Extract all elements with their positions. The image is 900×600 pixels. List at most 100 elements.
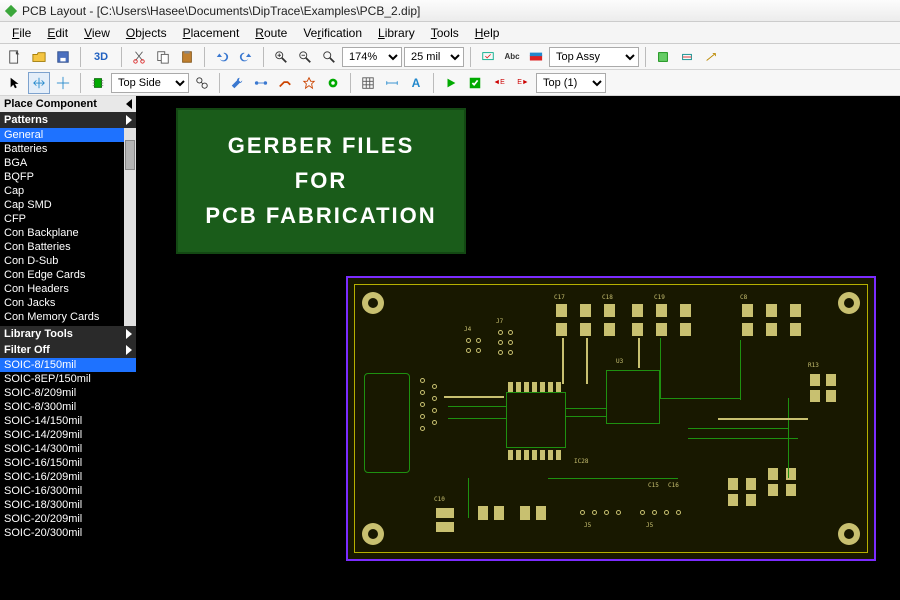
- tool-a-icon[interactable]: [652, 46, 674, 68]
- list-item[interactable]: SOIC-16/300mil: [0, 484, 136, 498]
- list-item[interactable]: Con Headers: [0, 282, 124, 296]
- zoom-in-icon[interactable]: [270, 46, 292, 68]
- ratsnest-icon[interactable]: [250, 72, 272, 94]
- filter-label: Filter Off: [4, 344, 50, 356]
- grid-icon[interactable]: [357, 72, 379, 94]
- run-icon[interactable]: [440, 72, 462, 94]
- paste-icon[interactable]: [176, 46, 198, 68]
- zoom-select[interactable]: 174%: [342, 47, 402, 67]
- err-prev-icon[interactable]: ◄E: [488, 72, 510, 94]
- filter-header[interactable]: Filter Off: [0, 342, 136, 358]
- scroll-thumb[interactable]: [125, 140, 135, 170]
- 3d-button[interactable]: 3D: [87, 46, 115, 68]
- open-icon[interactable]: [28, 46, 50, 68]
- list-item[interactable]: Cap: [0, 184, 124, 198]
- pan-icon[interactable]: [28, 72, 50, 94]
- save-icon[interactable]: [52, 46, 74, 68]
- overlay-banner: GERBER FILES FOR PCB FABRICATION: [176, 108, 466, 254]
- place-component-header[interactable]: Place Component: [0, 96, 136, 112]
- footprint-list[interactable]: SOIC-8/150milSOIC-8EP/150milSOIC-8/209mi…: [0, 358, 136, 600]
- library-tools-header[interactable]: Library Tools: [0, 326, 136, 342]
- abc-icon[interactable]: Abc: [501, 46, 523, 68]
- list-item[interactable]: SOIC-20/300mil: [0, 526, 136, 540]
- list-item[interactable]: SOIC-18/300mil: [0, 498, 136, 512]
- tool-b-icon[interactable]: [676, 46, 698, 68]
- list-item[interactable]: Con Memory Cards: [0, 310, 124, 324]
- dimension-icon[interactable]: [381, 72, 403, 94]
- list-item[interactable]: Batteries: [0, 142, 124, 156]
- list-item[interactable]: Cap SMD: [0, 198, 124, 212]
- cut-icon[interactable]: [128, 46, 150, 68]
- patterns-header[interactable]: Patterns: [0, 112, 136, 128]
- menubar: File Edit View Objects Placement Route V…: [0, 22, 900, 44]
- err-next-icon[interactable]: E►: [512, 72, 534, 94]
- route-manual-icon[interactable]: [274, 72, 296, 94]
- list-item[interactable]: SOIC-14/209mil: [0, 428, 136, 442]
- snap-select[interactable]: 25 mil: [404, 47, 464, 67]
- menu-placement[interactable]: Placement: [175, 26, 248, 40]
- pointer-icon[interactable]: [4, 72, 26, 94]
- expand-icon: [126, 345, 132, 355]
- design-canvas[interactable]: GERBER FILES FOR PCB FABRICATION J7: [136, 96, 900, 600]
- check-icon[interactable]: [464, 72, 486, 94]
- tool-c-icon[interactable]: [700, 46, 722, 68]
- expand-icon: [126, 329, 132, 339]
- app-icon: [4, 4, 18, 18]
- list-item[interactable]: SOIC-8EP/150mil: [0, 372, 136, 386]
- collapse-icon: [126, 99, 132, 109]
- zoom-out-icon[interactable]: [294, 46, 316, 68]
- menu-view[interactable]: View: [76, 26, 118, 40]
- titlebar: PCB Layout - [C:\Users\Hasee\Documents\D…: [0, 0, 900, 22]
- toolbar-2: Top Side A ◄E E► Top (1): [0, 70, 900, 96]
- via-icon[interactable]: [322, 72, 344, 94]
- wrench-icon[interactable]: [226, 72, 248, 94]
- copy-icon[interactable]: [152, 46, 174, 68]
- list-item[interactable]: SOIC-14/300mil: [0, 442, 136, 456]
- list-item[interactable]: Con Batteries: [0, 240, 124, 254]
- menu-verification[interactable]: Verification: [295, 26, 370, 40]
- overlay-line3: PCB FABRICATION: [188, 198, 454, 233]
- list-item[interactable]: BQFP: [0, 170, 124, 184]
- text-icon[interactable]: A: [405, 72, 427, 94]
- list-item[interactable]: SOIC-16/150mil: [0, 456, 136, 470]
- drc-icon[interactable]: [477, 46, 499, 68]
- list-item[interactable]: Con D-Sub: [0, 254, 124, 268]
- chip-icon[interactable]: [87, 72, 109, 94]
- expand-icon: [126, 115, 132, 125]
- menu-edit[interactable]: Edit: [39, 26, 76, 40]
- route-auto-icon[interactable]: [298, 72, 320, 94]
- layer-display-select[interactable]: Top Assy: [549, 47, 639, 67]
- layer-select[interactable]: Top (1): [536, 73, 606, 93]
- list-item[interactable]: General: [0, 128, 124, 142]
- menu-file[interactable]: File: [4, 26, 39, 40]
- list-item[interactable]: SOIC-8/209mil: [0, 386, 136, 400]
- list-item[interactable]: Con Edge Cards: [0, 268, 124, 282]
- list-item[interactable]: SOIC-8/150mil: [0, 358, 136, 372]
- scrollbar[interactable]: [124, 128, 136, 326]
- menu-objects[interactable]: Objects: [118, 26, 175, 40]
- list-item[interactable]: SOIC-20/209mil: [0, 512, 136, 526]
- find-icon[interactable]: [191, 72, 213, 94]
- zoom-window-icon[interactable]: [318, 46, 340, 68]
- menu-route[interactable]: Route: [247, 26, 295, 40]
- side-select[interactable]: Top Side: [111, 73, 189, 93]
- pattern-category-list[interactable]: GeneralBatteriesBGABQFPCapCap SMDCFPCon …: [0, 128, 124, 326]
- origin-icon[interactable]: [52, 72, 74, 94]
- list-item[interactable]: Con Jacks: [0, 296, 124, 310]
- redo-icon[interactable]: [235, 46, 257, 68]
- menu-library[interactable]: Library: [370, 26, 423, 40]
- list-item[interactable]: CFP: [0, 212, 124, 226]
- list-item[interactable]: BGA: [0, 156, 124, 170]
- list-item[interactable]: SOIC-14/150mil: [0, 414, 136, 428]
- sidebar: Place Component Patterns GeneralBatterie…: [0, 96, 136, 600]
- window-title: PCB Layout - [C:\Users\Hasee\Documents\D…: [22, 4, 420, 18]
- list-item[interactable]: SOIC-8/300mil: [0, 400, 136, 414]
- library-tools-label: Library Tools: [4, 328, 73, 340]
- menu-tools[interactable]: Tools: [423, 26, 467, 40]
- new-icon[interactable]: [4, 46, 26, 68]
- list-item[interactable]: Con Backplane: [0, 226, 124, 240]
- undo-icon[interactable]: [211, 46, 233, 68]
- list-item[interactable]: SOIC-16/209mil: [0, 470, 136, 484]
- menu-help[interactable]: Help: [467, 26, 508, 40]
- layer-icon[interactable]: [525, 46, 547, 68]
